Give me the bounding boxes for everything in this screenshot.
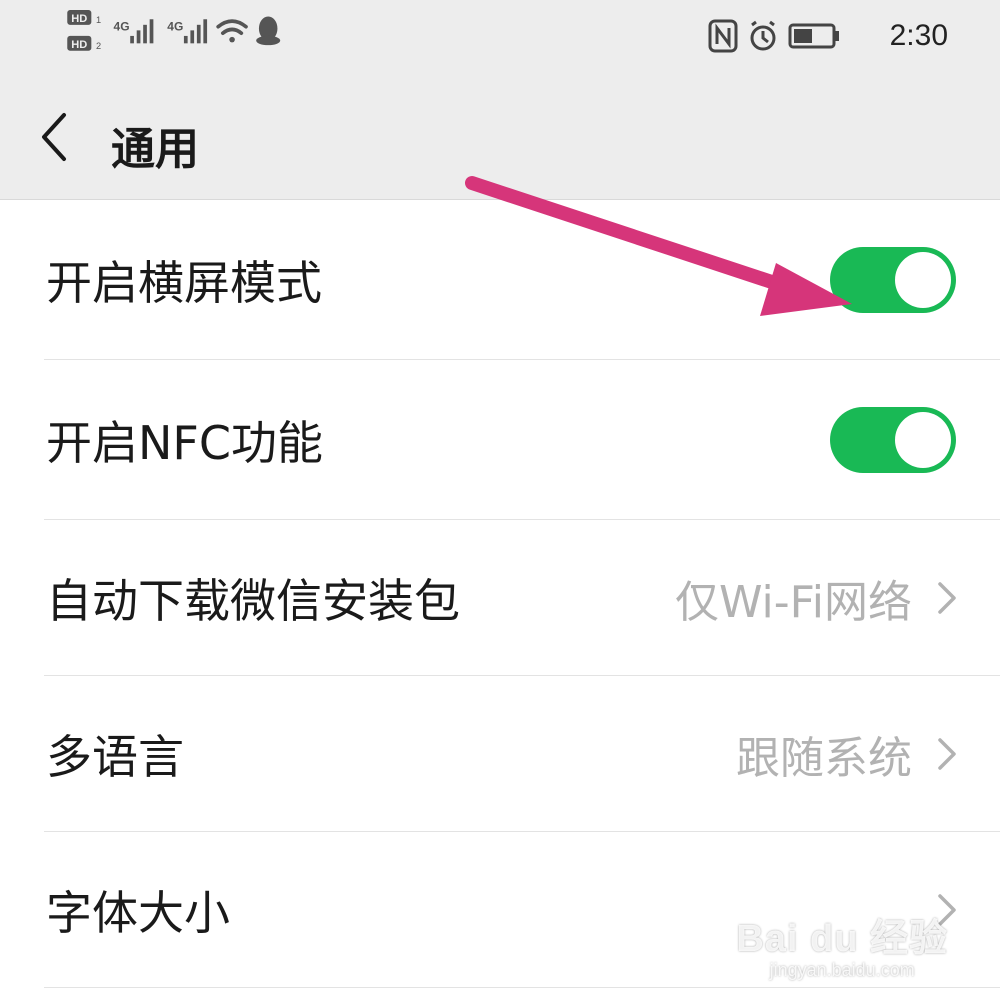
chevron-left-icon — [42, 113, 66, 161]
watermark-logo: Bai du 经验 — [736, 918, 948, 960]
setting-value: 仅Wi-Fi网络 — [675, 577, 912, 628]
chevron-right-icon — [938, 582, 956, 614]
svg-text:2: 2 — [96, 41, 101, 51]
watermark-url: jingyan.baidu.com — [769, 960, 915, 980]
setting-label: 字体大小 — [46, 886, 230, 940]
svg-text:HD: HD — [71, 13, 87, 25]
signal-icon: 4G 4G — [114, 19, 208, 44]
divider — [44, 987, 1000, 988]
svg-text:4G: 4G — [114, 19, 130, 33]
setting-value: 跟随系统 — [736, 733, 912, 784]
svg-text:HD: HD — [71, 39, 87, 51]
status-time: 2:30 — [889, 19, 948, 52]
page-title: 通用 — [111, 124, 199, 175]
watermark: Bai du 经验 jingyan.baidu.com — [736, 907, 948, 981]
qq-icon — [256, 16, 281, 46]
setting-row-landscape[interactable]: 开启横屏模式 — [0, 200, 1000, 360]
status-left-icons: HD 1 HD 2 4G 4G — [67, 10, 281, 51]
status-right-icons: 2:30 — [708, 14, 948, 58]
setting-row-auto-download[interactable]: 自动下载微信安装包 仅Wi-Fi网络 — [0, 520, 1000, 676]
toggle-knob — [895, 252, 951, 308]
back-button[interactable] — [28, 107, 88, 167]
status-bar: HD 1 HD 2 4G 4G 2:30 — [0, 0, 1000, 85]
svg-text:1: 1 — [96, 15, 101, 25]
setting-row-language[interactable]: 多语言 跟随系统 — [0, 676, 1000, 832]
alarm-icon — [750, 20, 776, 51]
status-indicators — [708, 19, 839, 53]
landscape-toggle[interactable] — [830, 247, 956, 313]
nav-header: 通用 — [0, 85, 1000, 200]
svg-text:4G: 4G — [167, 19, 183, 33]
setting-label: 开启横屏模式 — [46, 256, 322, 310]
setting-label: 多语言 — [46, 730, 184, 784]
nfc-icon — [708, 19, 738, 53]
battery-icon — [788, 23, 839, 49]
chevron-right-icon — [938, 738, 956, 770]
setting-row-nfc[interactable]: 开启NFC功能 — [0, 360, 1000, 520]
wifi-icon — [216, 19, 248, 43]
setting-label: 自动下载微信安装包 — [46, 574, 460, 628]
toggle-knob — [895, 412, 951, 468]
setting-label: 开启NFC功能 — [46, 416, 323, 470]
nfc-toggle[interactable] — [830, 407, 956, 473]
hd-icon: HD 1 HD 2 — [67, 10, 101, 51]
